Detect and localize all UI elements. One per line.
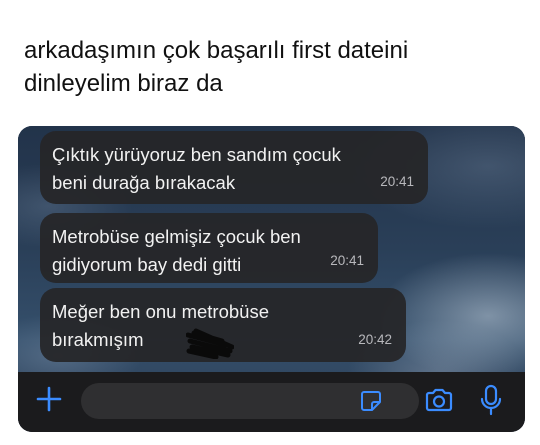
- sticker-icon[interactable]: [359, 389, 383, 413]
- message-line: Çıktık yürüyoruz ben sandım çocuk: [52, 144, 341, 165]
- message-input-bar: [18, 372, 525, 432]
- message-bubble[interactable]: Metrobüse gelmişiz çocuk ben gidiyorum b…: [40, 213, 378, 283]
- tweet-post: arkadaşımın çok başarılı first dateini d…: [0, 0, 540, 445]
- message-text: Meğer ben onu metrobüse bırakmışım: [52, 298, 269, 354]
- message-timestamp: 20:42: [358, 332, 392, 347]
- message-bubble[interactable]: Meğer ben onu metrobüse bırakmışım 20:42: [40, 288, 406, 362]
- plus-icon[interactable]: [35, 385, 63, 413]
- message-line: gidiyorum bay dedi gitti: [52, 254, 242, 275]
- message-text: Çıktık yürüyoruz ben sandım çocuk beni d…: [52, 141, 341, 197]
- message-timestamp: 20:41: [380, 174, 414, 189]
- message-timestamp: 20:41: [330, 253, 364, 268]
- microphone-icon[interactable]: [480, 384, 502, 416]
- message-line: beni durağa bırakacak: [52, 172, 236, 193]
- message-text: Metrobüse gelmişiz çocuk ben gidiyorum b…: [52, 223, 301, 279]
- message-bubble[interactable]: Çıktık yürüyoruz ben sandım çocuk beni d…: [40, 131, 428, 204]
- chat-screenshot: Çıktık yürüyoruz ben sandım çocuk beni d…: [18, 126, 525, 432]
- tweet-text-line: dinleyelim biraz da: [24, 70, 223, 97]
- tweet-text: arkadaşımın çok başarılı first dateini d…: [24, 34, 524, 100]
- scribble-redaction-icon: [186, 328, 234, 359]
- camera-icon[interactable]: [424, 386, 454, 414]
- message-line: Metrobüse gelmişiz çocuk ben: [52, 226, 301, 247]
- tweet-text-line: arkadaşımın çok başarılı first dateini: [24, 37, 409, 64]
- message-line: Meğer ben onu metrobüse: [52, 301, 269, 322]
- message-line: bırakmışım: [52, 329, 144, 350]
